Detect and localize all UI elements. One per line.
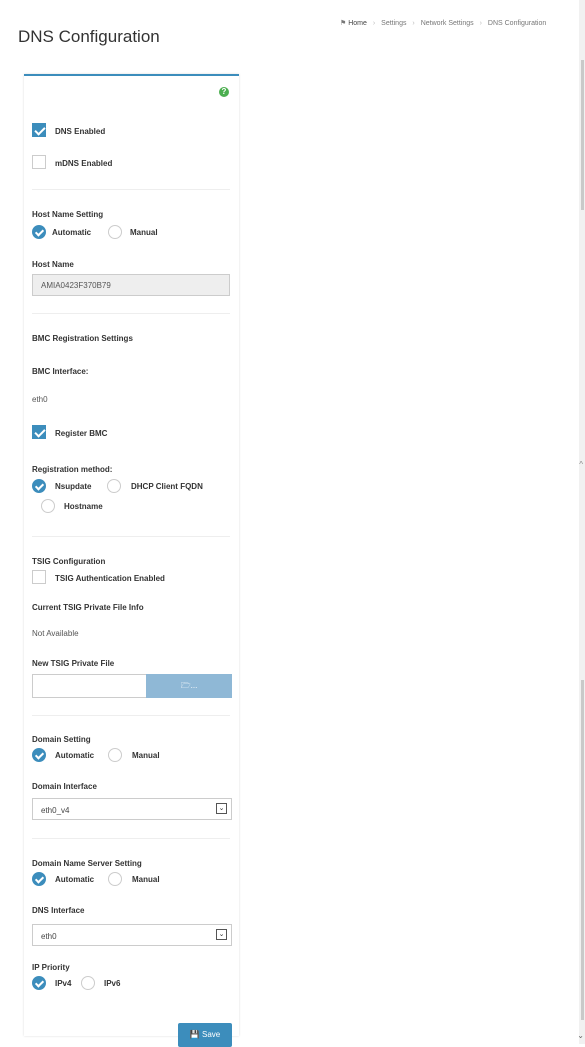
ip-priority-label: IP Priority <box>32 963 70 972</box>
tsig-auth-label: TSIG Authentication Enabled <box>55 574 165 583</box>
dns-interface-label: DNS Interface <box>32 906 85 915</box>
domain-interface-select[interactable]: eth0_v4 ⌄ <box>32 798 232 820</box>
breadcrumb-current: DNS Configuration <box>487 20 547 27</box>
bmc-registration-title: BMC Registration Settings <box>32 334 133 343</box>
register-bmc-label: Register BMC <box>55 429 108 438</box>
domain-interface-value: eth0_v4 <box>41 806 70 815</box>
browse-label: ... <box>190 681 198 690</box>
page-title: DNS Configuration <box>18 27 160 46</box>
chevron-up-icon: ^ <box>579 460 583 469</box>
breadcrumb-home[interactable]: Home <box>348 20 367 27</box>
host-name-manual-radio[interactable] <box>108 225 122 239</box>
chevron-down-icon: ⌄ <box>216 803 227 814</box>
tsig-file-browse-button[interactable]: 🗁... <box>146 674 232 698</box>
divider <box>32 189 230 190</box>
new-tsig-file-input[interactable] <box>32 674 148 698</box>
host-name-setting-label: Host Name Setting <box>32 210 104 219</box>
domain-automatic-label: Automatic <box>55 751 95 760</box>
registration-method-label: Registration method: <box>32 465 113 474</box>
registration-dhcp-fqdn-label: DHCP Client FQDN <box>131 482 203 491</box>
registration-hostname-label: Hostname <box>64 502 103 511</box>
registration-dhcp-fqdn-radio[interactable] <box>107 479 121 493</box>
chevron-down-icon[interactable]: ⌄ <box>577 1031 584 1040</box>
domain-interface-label: Domain Interface <box>32 782 97 791</box>
bmc-interface-value: eth0 <box>32 395 48 404</box>
save-label: Save <box>201 1030 221 1039</box>
scrollbar-thumb[interactable] <box>581 60 584 210</box>
mdns-enabled-checkbox[interactable] <box>32 155 46 169</box>
divider <box>32 313 230 314</box>
domain-setting-label: Domain Setting <box>32 735 91 744</box>
registration-nsupdate-label: Nsupdate <box>55 482 92 491</box>
current-tsig-file-value: Not Available <box>32 629 79 638</box>
ipv6-label: IPv6 <box>104 979 121 988</box>
host-name-automatic-label: Automatic <box>52 228 92 237</box>
new-tsig-file-label: New TSIG Private File <box>32 659 115 668</box>
dns-server-setting-label: Domain Name Server Setting <box>32 859 142 868</box>
registration-nsupdate-radio[interactable] <box>32 479 46 493</box>
registration-hostname-radio[interactable] <box>41 499 55 513</box>
bmc-interface-label: BMC Interface: <box>32 367 89 376</box>
floppy-icon: 💾 <box>189 1030 200 1039</box>
host-name-manual-label: Manual <box>130 228 158 237</box>
dns-server-manual-label: Manual <box>132 875 160 884</box>
breadcrumb-network-settings[interactable]: Network Settings <box>421 20 474 27</box>
domain-manual-label: Manual <box>132 751 160 760</box>
dns-server-manual-radio[interactable] <box>108 872 122 886</box>
dns-enabled-label: DNS Enabled <box>55 127 106 136</box>
dns-interface-value: eth0 <box>41 932 57 941</box>
save-button[interactable]: 💾 Save <box>178 1023 232 1047</box>
help-icon[interactable]: ? <box>219 87 229 97</box>
folder-icon: 🗁 <box>180 681 191 690</box>
dns-server-automatic-radio[interactable] <box>32 872 46 886</box>
chevron-down-icon: ⌄ <box>216 929 227 940</box>
mdns-enabled-label: mDNS Enabled <box>55 159 113 168</box>
breadcrumb-settings[interactable]: Settings <box>381 20 406 27</box>
divider <box>32 715 230 716</box>
host-name-input[interactable]: AMIA0423F370B79 <box>32 274 230 296</box>
breadcrumb: ⚑ Home › Settings › Network Settings › D… <box>340 20 547 27</box>
dns-server-automatic-label: Automatic <box>55 875 95 884</box>
home-icon: ⚑ <box>340 20 347 27</box>
current-tsig-file-label: Current TSIG Private File Info <box>32 603 144 612</box>
ipv6-radio[interactable] <box>81 976 95 990</box>
dns-interface-select[interactable]: eth0 ⌄ <box>32 924 232 946</box>
divider <box>32 838 230 839</box>
dns-config-card: ? DNS Enabled mDNS Enabled Host Name Set… <box>24 74 239 1047</box>
host-name-automatic-radio[interactable] <box>32 225 46 239</box>
divider <box>32 536 230 537</box>
dns-enabled-checkbox[interactable] <box>32 123 46 137</box>
ipv4-radio[interactable] <box>32 976 46 990</box>
tsig-config-title: TSIG Configuration <box>32 557 106 566</box>
register-bmc-checkbox[interactable] <box>32 425 46 439</box>
scrollbar[interactable]: ^ ⌄ <box>577 0 585 1044</box>
domain-automatic-radio[interactable] <box>32 748 46 762</box>
ipv4-label: IPv4 <box>55 979 72 988</box>
host-name-label: Host Name <box>32 260 74 269</box>
tsig-auth-checkbox[interactable] <box>32 570 46 584</box>
domain-manual-radio[interactable] <box>108 748 122 762</box>
scrollbar-thumb-lower[interactable] <box>581 680 584 1020</box>
